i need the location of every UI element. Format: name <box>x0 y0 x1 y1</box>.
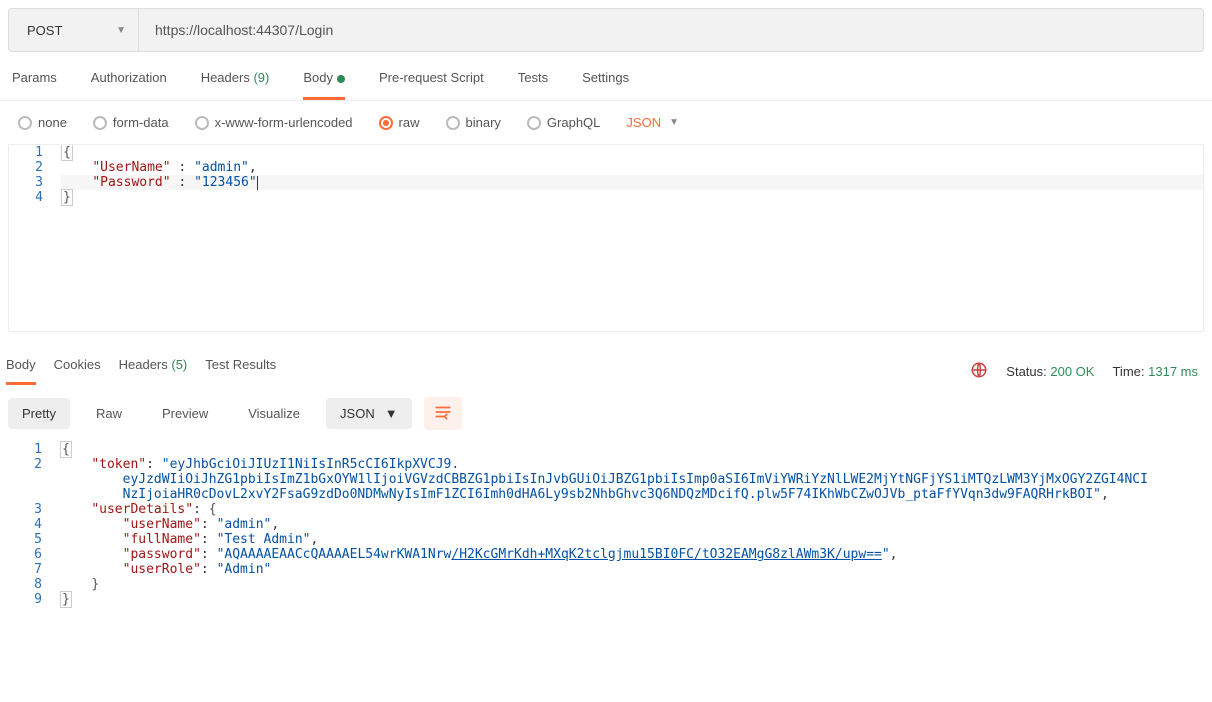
request-tabs: Params Authorization Headers (9) Body Pr… <box>0 60 1212 101</box>
resp-tab-headers[interactable]: Headers (5) <box>119 357 188 385</box>
tab-prerequest[interactable]: Pre-request Script <box>379 70 484 100</box>
view-visualize[interactable]: Visualize <box>234 398 314 429</box>
body-type-xwww[interactable]: x-www-form-urlencoded <box>195 115 353 130</box>
body-type-selector: none form-data x-www-form-urlencoded raw… <box>0 101 1212 144</box>
tab-authorization[interactable]: Authorization <box>91 70 167 100</box>
response-format-dropdown[interactable]: JSON▼ <box>326 398 412 429</box>
tab-settings[interactable]: Settings <box>582 70 629 100</box>
body-format-dropdown[interactable]: JSON▼ <box>626 115 679 130</box>
time-label: Time: 1317 ms <box>1112 364 1198 379</box>
response-view-bar: Pretty Raw Preview Visualize JSON▼ <box>0 385 1212 442</box>
request-body-editor[interactable]: 1{ 2 "UserName" : "admin", 3 "Password" … <box>8 144 1204 332</box>
body-type-graphql[interactable]: GraphQL <box>527 115 600 130</box>
request-bar: POST ▼ <box>8 8 1204 52</box>
view-raw[interactable]: Raw <box>82 398 136 429</box>
view-preview[interactable]: Preview <box>148 398 222 429</box>
url-input[interactable] <box>139 9 1203 51</box>
chevron-down-icon: ▼ <box>669 117 679 128</box>
resp-tab-cookies[interactable]: Cookies <box>54 357 101 385</box>
tab-body[interactable]: Body <box>303 70 345 100</box>
tab-tests[interactable]: Tests <box>518 70 548 100</box>
method-value: POST <box>27 23 62 38</box>
tab-params[interactable]: Params <box>12 70 57 100</box>
response-tabs: Body Cookies Headers (5) Test Results St… <box>0 344 1212 385</box>
wrap-lines-button[interactable] <box>424 397 462 430</box>
body-type-binary[interactable]: binary <box>446 115 501 130</box>
view-pretty[interactable]: Pretty <box>8 398 70 429</box>
network-icon[interactable] <box>970 361 988 382</box>
body-type-none[interactable]: none <box>18 115 67 130</box>
status-label: Status: 200 OK <box>1006 364 1094 379</box>
modified-dot-icon <box>337 75 345 83</box>
chevron-down-icon: ▼ <box>116 25 126 36</box>
method-dropdown[interactable]: POST ▼ <box>9 9 139 51</box>
wrap-icon <box>434 403 452 424</box>
body-type-raw[interactable]: raw <box>379 115 420 130</box>
resp-tab-testresults[interactable]: Test Results <box>205 357 276 385</box>
resp-tab-body[interactable]: Body <box>6 357 36 385</box>
body-type-formdata[interactable]: form-data <box>93 115 169 130</box>
chevron-down-icon: ▼ <box>385 406 398 421</box>
response-body-viewer[interactable]: 1{ 2 "token": "eyJhbGciOiJIUzI1NiIsInR5c… <box>8 442 1204 607</box>
response-meta: Status: 200 OK Time: 1317 ms <box>970 361 1206 382</box>
tab-headers[interactable]: Headers (9) <box>201 70 270 100</box>
